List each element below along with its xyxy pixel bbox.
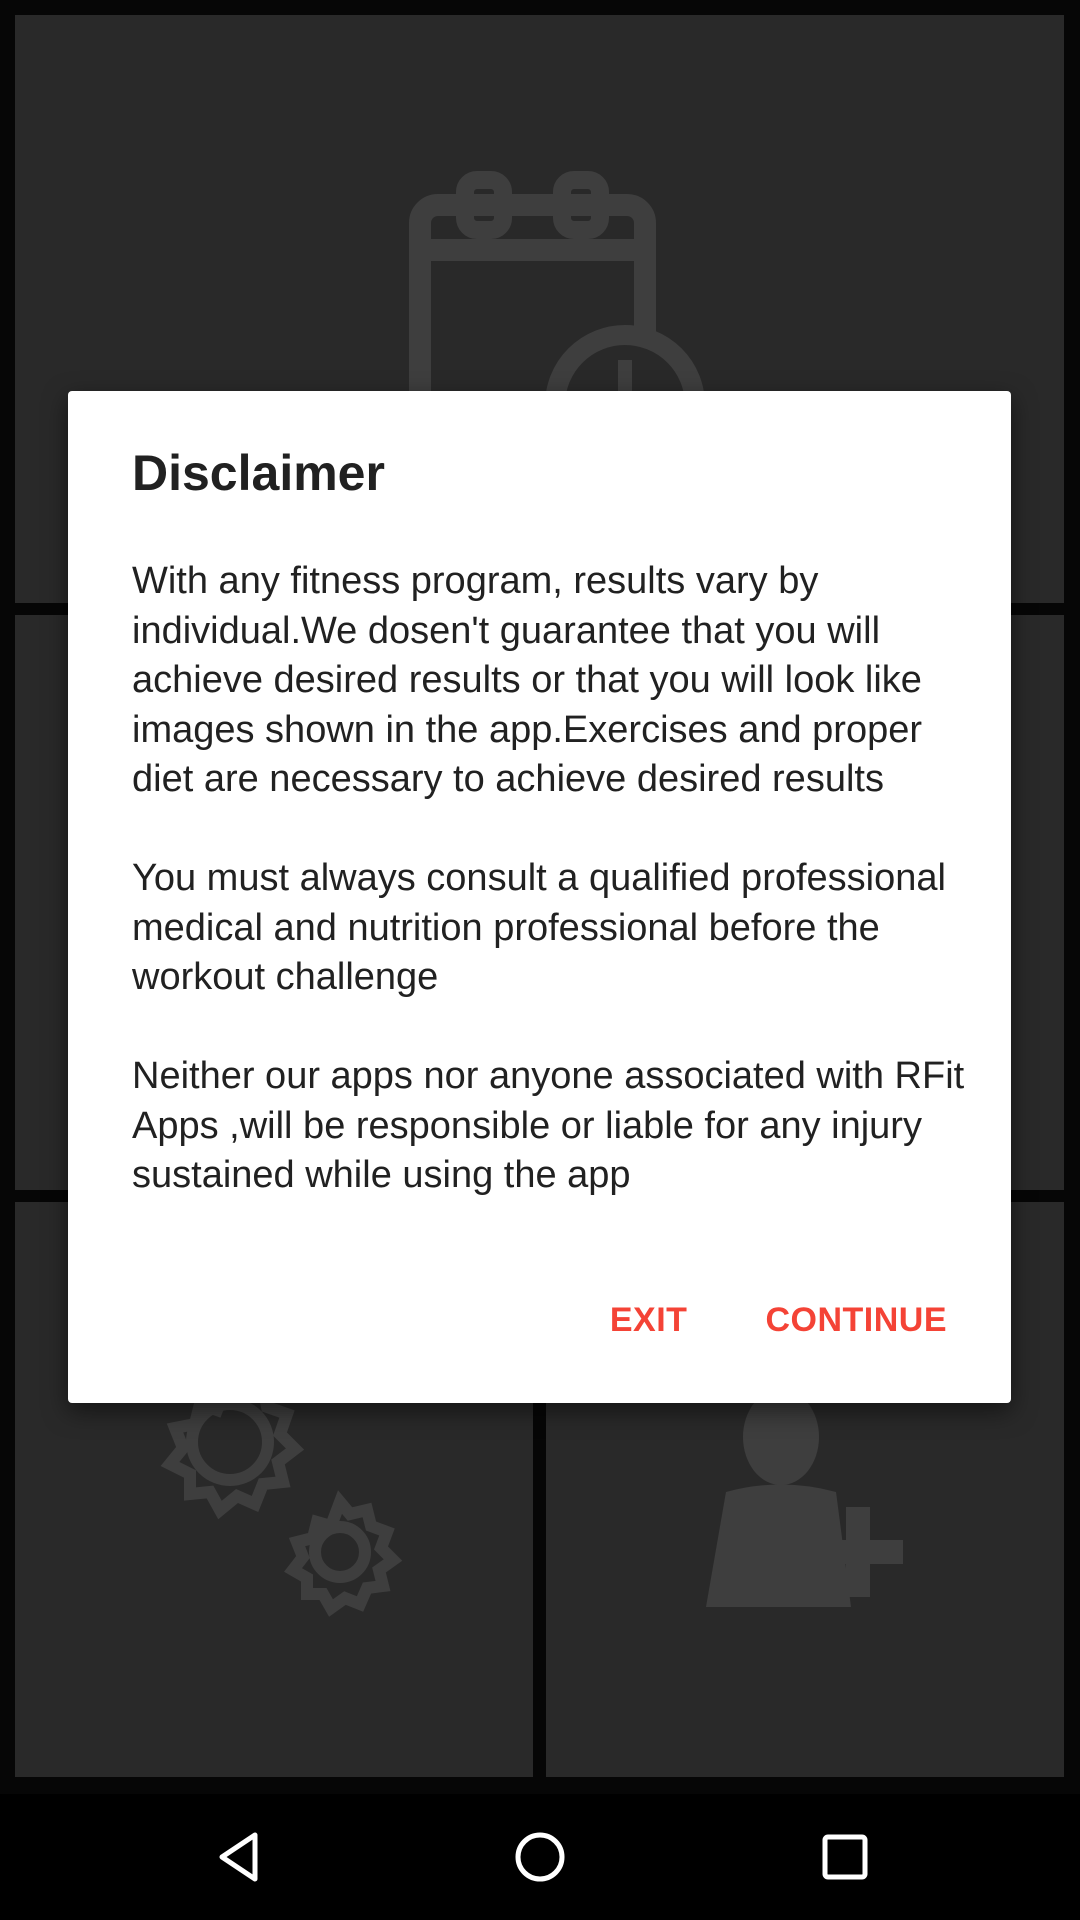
continue-button[interactable]: CONTINUE: [765, 1303, 947, 1337]
dialog-message: With any fitness program, results vary b…: [132, 557, 972, 1201]
exit-button[interactable]: EXIT: [610, 1303, 688, 1337]
back-triangle-icon[interactable]: [210, 1827, 270, 1887]
disclaimer-paragraph-results: With any fitness program, results vary b…: [132, 560, 923, 800]
disclaimer-paragraph-liability: Neither our apps nor anyone associated w…: [132, 1055, 965, 1196]
home-circle-icon[interactable]: [510, 1827, 570, 1887]
app-screen: Disclaimer With any fitness program, res…: [0, 0, 1080, 1920]
disclaimer-dialog: Disclaimer With any fitness program, res…: [68, 391, 1011, 1403]
dialog-title: Disclaimer: [132, 445, 385, 501]
recents-square-icon[interactable]: [815, 1827, 875, 1887]
system-navigation-bar: [0, 1794, 1080, 1920]
disclaimer-paragraph-consult: You must always consult a qualified prof…: [132, 857, 946, 998]
dialog-actions: EXIT CONTINUE: [610, 1303, 947, 1337]
